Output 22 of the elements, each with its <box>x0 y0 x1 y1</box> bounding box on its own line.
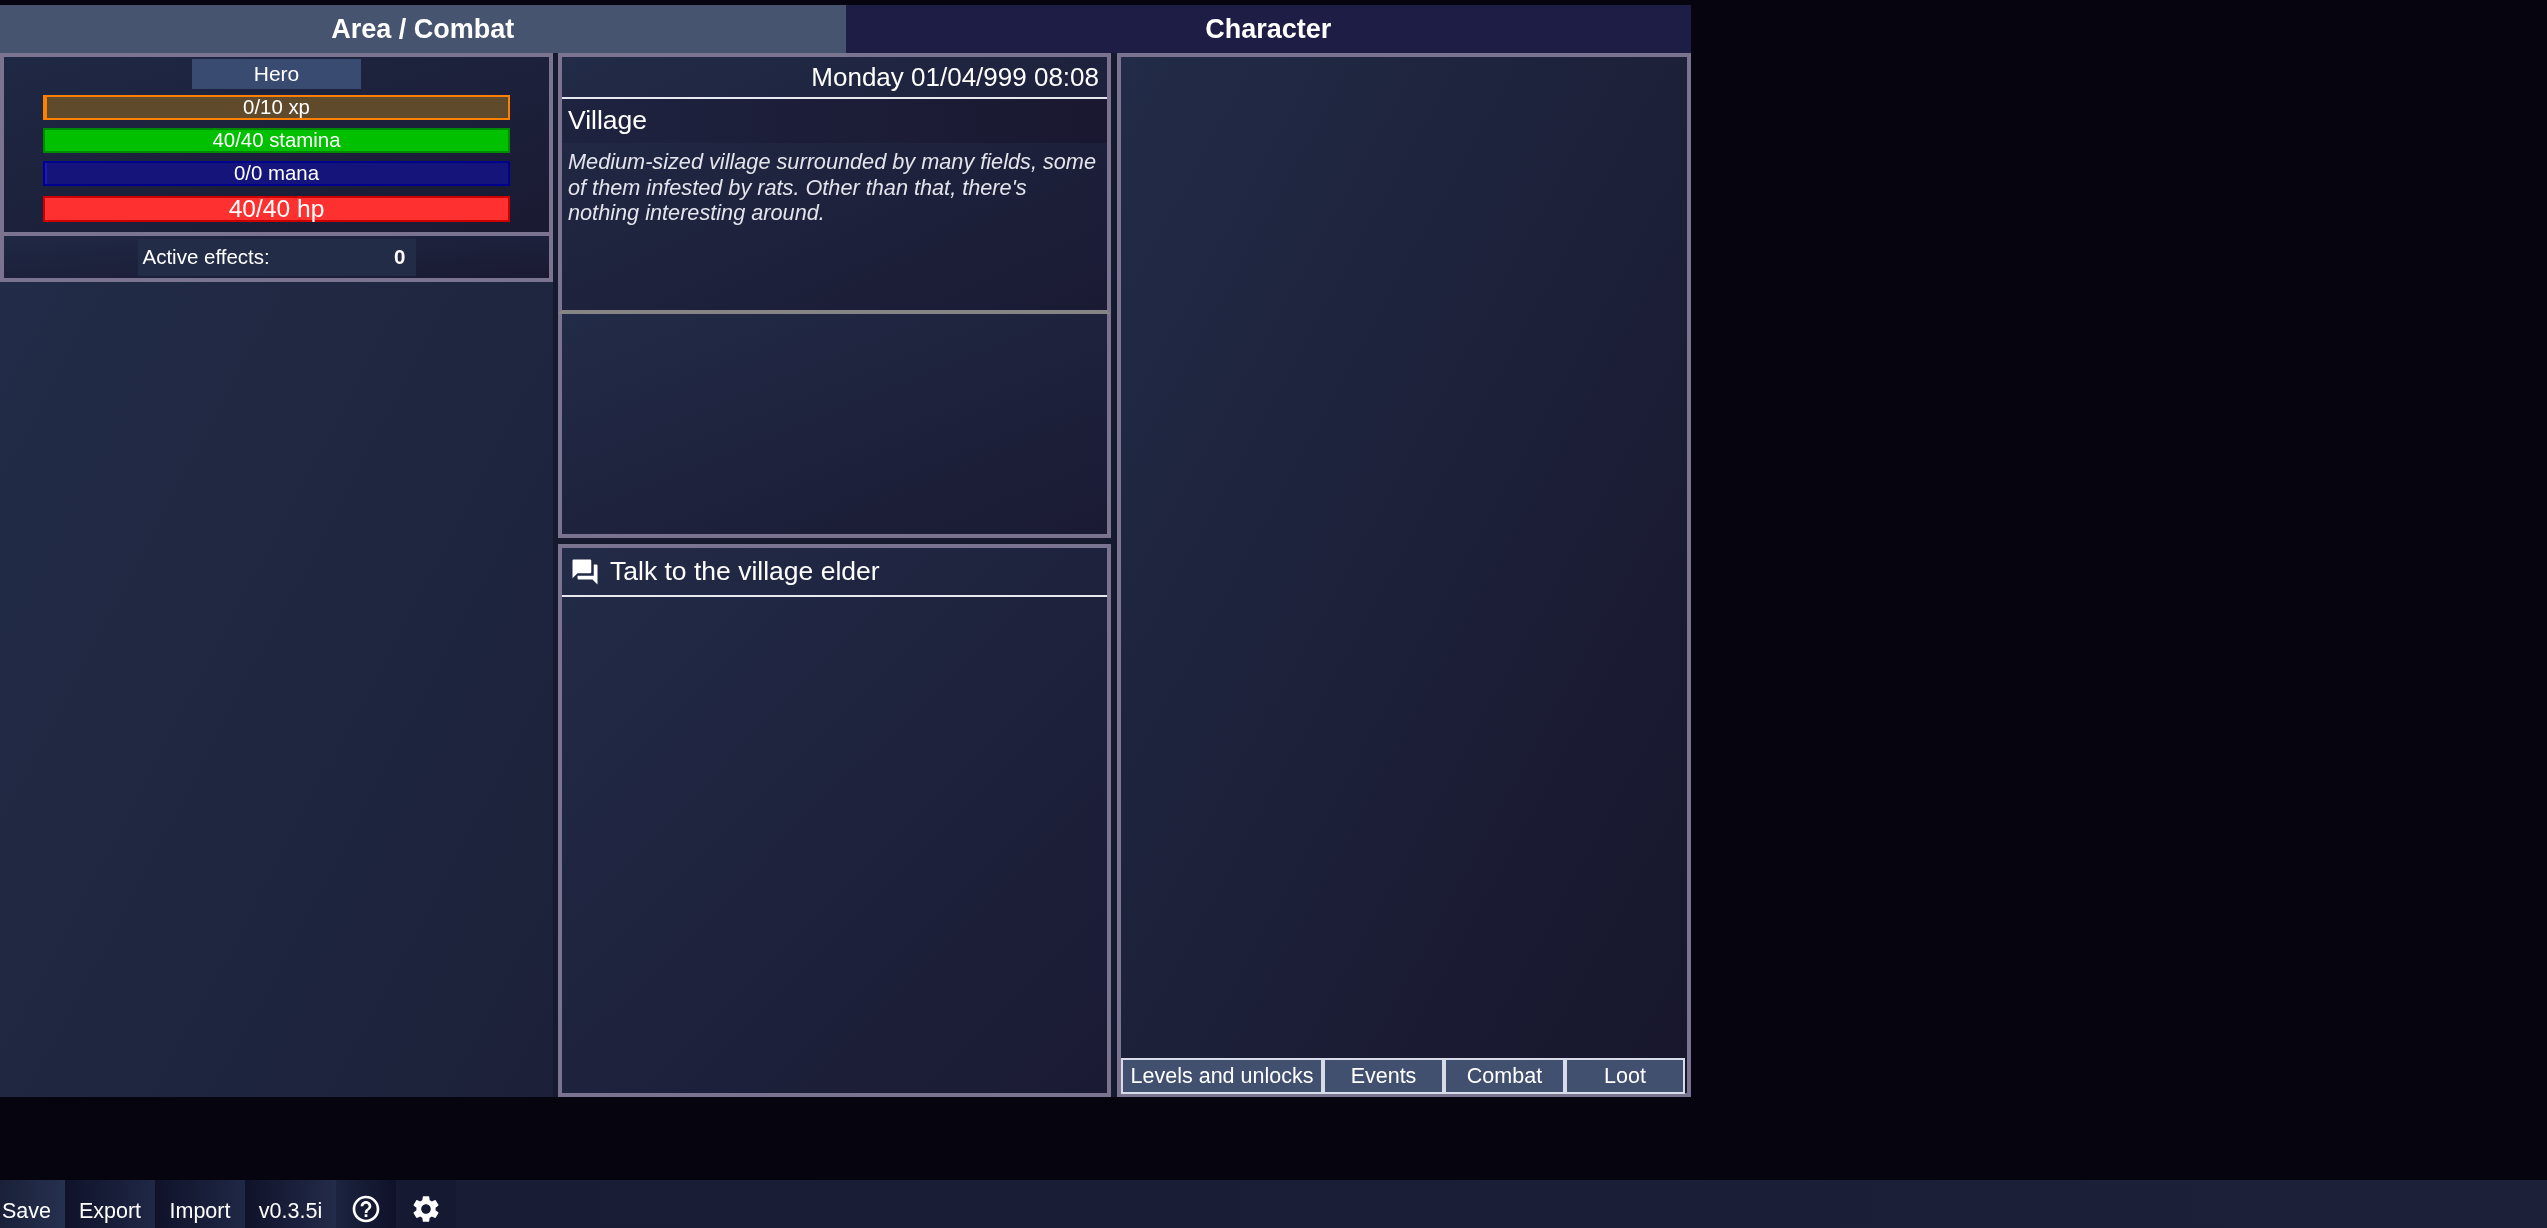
header-tab[interactable]: Character <box>845 5 1691 53</box>
effects-count: 0 <box>394 243 406 270</box>
panel-tab[interactable]: Events <box>1323 1058 1444 1095</box>
bar-button[interactable]: Import <box>155 1180 245 1228</box>
bar-button[interactable]: Save <box>0 1180 65 1228</box>
bar-text: 0/10 xp <box>243 97 310 118</box>
version-label: v0.3.5i <box>245 1180 336 1228</box>
effects-label: Active effects: <box>142 243 270 270</box>
location-name: Village <box>562 99 1107 143</box>
bar-text: 0/0 mana <box>234 163 319 184</box>
panel-tab[interactable]: Loot <box>1565 1058 1685 1095</box>
bar-text: 40/40 stamina <box>212 130 341 151</box>
bar-button[interactable]: Export <box>65 1180 155 1228</box>
panel-tab[interactable]: Combat <box>1444 1058 1565 1095</box>
hero-name: Hero <box>192 59 361 89</box>
location-description: Medium-sized village surrounded by many fields, some of them infested by rats. Other than that, there's nothing interesting around. <box>567 148 1097 226</box>
header-tab[interactable]: Area / Combat <box>0 5 846 53</box>
help-icon <box>350 1193 382 1225</box>
bar-text: 40/40 hp <box>228 196 325 222</box>
help-button[interactable] <box>336 1180 396 1228</box>
talk-button[interactable]: Talk to the village elder <box>562 548 1107 597</box>
panel-tab[interactable]: Levels and unlocks <box>1121 1058 1323 1095</box>
